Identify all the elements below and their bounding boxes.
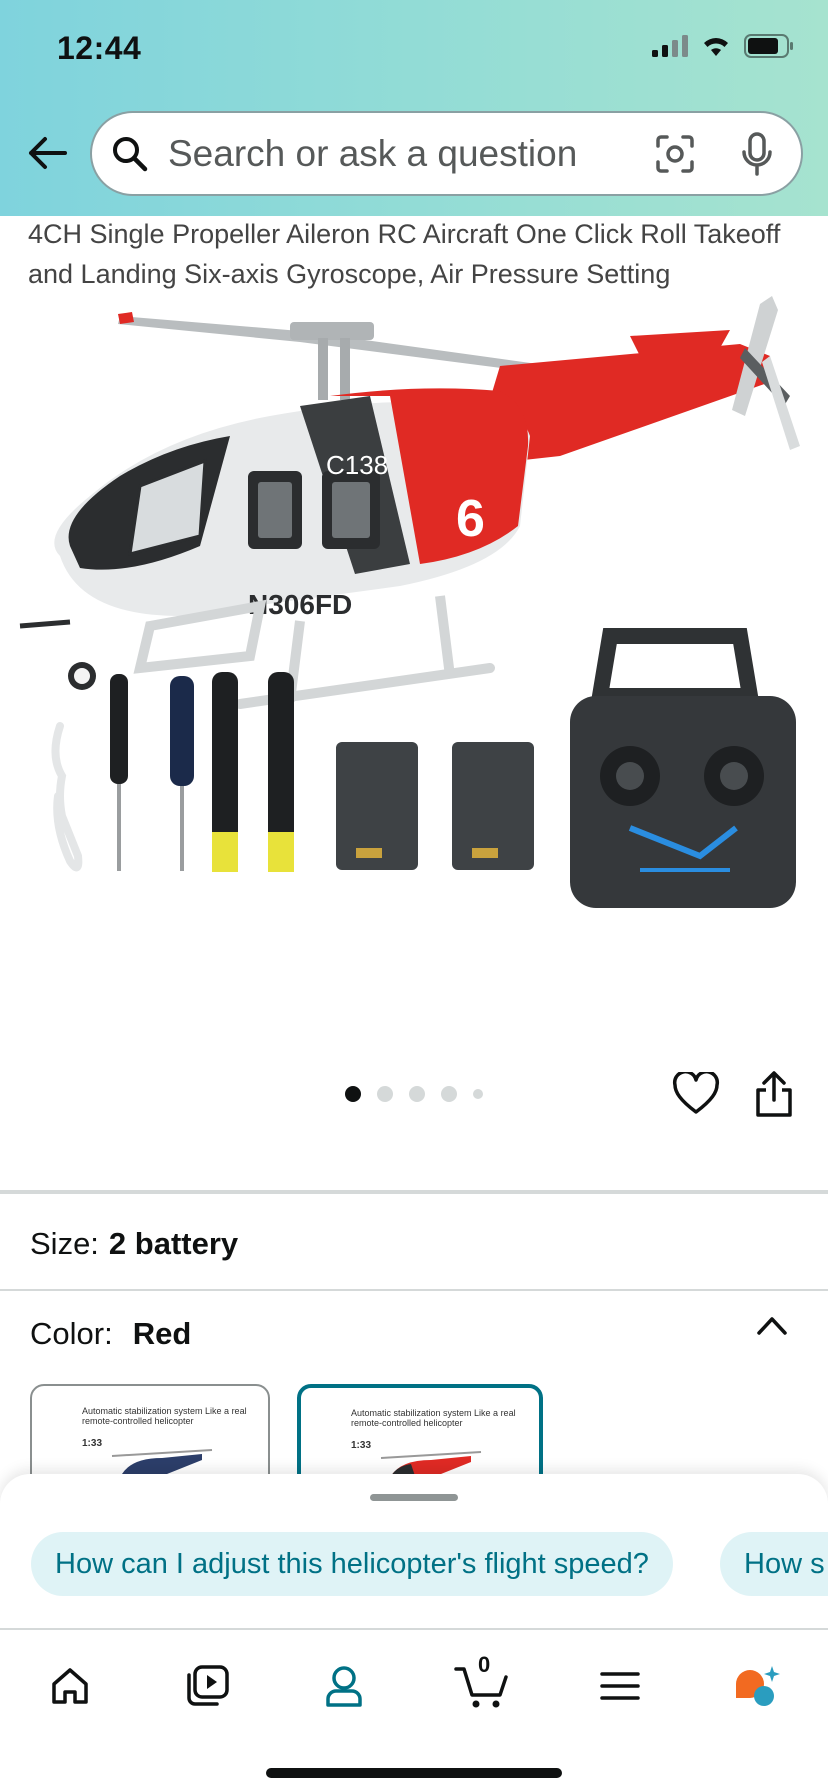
product-title: 4CH Single Propeller Aileron RC Aircraft… [28, 219, 781, 289]
bottom-tab-bar: 0 [0, 1628, 828, 1792]
divider [0, 1289, 828, 1291]
tab-video[interactable] [177, 1656, 237, 1716]
battery-icon [744, 34, 793, 58]
menu-icon [600, 1672, 640, 1700]
swatch-scale: 1:33 [82, 1438, 103, 1449]
heart-icon [672, 1070, 720, 1114]
wifi-icon [704, 38, 728, 56]
share-icon [756, 1071, 792, 1117]
carousel-dot[interactable] [377, 1086, 393, 1102]
color-label: Color: [30, 1316, 113, 1351]
suggestion-chip[interactable]: How s [720, 1532, 828, 1596]
suggestions-sheet[interactable]: How can I adjust this helicopter's fligh… [0, 1474, 828, 1628]
section-divider [0, 1190, 828, 1194]
swatch-scale: 1:33 [351, 1440, 372, 1451]
carousel-dot[interactable] [409, 1086, 425, 1102]
video-icon [187, 1665, 229, 1706]
status-icons [652, 34, 794, 58]
color-value: Red [132, 1316, 192, 1351]
tail-text: C138 [326, 450, 388, 480]
product-image[interactable]: C138 6 N306FD [0, 296, 828, 1016]
door-number: 6 [456, 490, 485, 548]
rufus-icon [736, 1666, 780, 1706]
search-input[interactable]: Search or ask a question [168, 133, 653, 175]
carousel-dot[interactable] [345, 1086, 361, 1102]
tab-home[interactable] [40, 1656, 100, 1716]
size-value: 2 battery [108, 1226, 239, 1261]
search-bar[interactable]: Search or ask a question [90, 111, 803, 196]
tab-rufus[interactable] [727, 1656, 787, 1716]
status-time: 12:44 [57, 30, 142, 66]
tab-account[interactable] [314, 1656, 374, 1716]
collapse-color-button[interactable] [756, 1314, 788, 1340]
sheet-grabber[interactable] [370, 1494, 458, 1501]
back-button[interactable] [22, 128, 72, 178]
carousel-dot[interactable] [441, 1086, 457, 1102]
size-label: Size: [30, 1226, 99, 1261]
size-selector[interactable]: Size: 2 battery [30, 1226, 238, 1262]
tab-menu[interactable] [590, 1656, 650, 1716]
color-selector[interactable]: Color: Red [30, 1316, 191, 1352]
microphone-icon[interactable] [737, 131, 777, 176]
chevron-up-icon [757, 1317, 787, 1335]
signal-icon [652, 35, 688, 57]
suggestion-chip[interactable]: How can I adjust this helicopter's fligh… [31, 1532, 673, 1596]
cart-count: 0 [478, 1652, 491, 1677]
search-icon [110, 134, 150, 174]
camera-lens-icon[interactable] [653, 132, 697, 176]
swatch-caption: Automatic stabilization system Like a re… [82, 1406, 247, 1426]
share-button[interactable] [754, 1070, 798, 1120]
tab-cart[interactable]: 0 [452, 1652, 512, 1716]
arrow-left-icon [29, 137, 67, 169]
account-icon [326, 1666, 362, 1707]
home-indicator [266, 1768, 562, 1778]
home-icon [52, 1668, 88, 1704]
header: 12:44 Search or ask a question [0, 0, 828, 216]
add-to-list-button[interactable] [672, 1070, 720, 1116]
swatch-caption: Automatic stabilization system Like a re… [351, 1408, 516, 1428]
carousel-dot[interactable] [473, 1089, 483, 1099]
helicopter-product-illustration: C138 6 N306FD [19, 296, 800, 908]
